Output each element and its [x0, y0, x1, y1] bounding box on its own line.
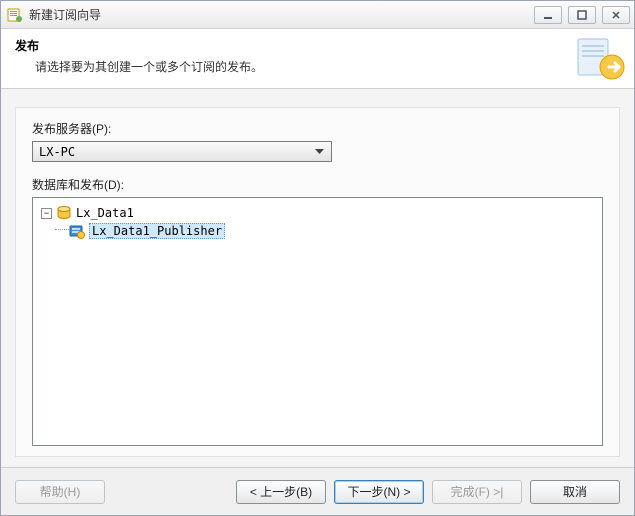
header-panel: 发布 请选择要为其创建一个或多个订阅的发布。 — [1, 29, 634, 89]
wizard-window: 新建订阅向导 发布 请选择要为其创建一个或多个订阅的发布。 — [0, 0, 635, 516]
footer: 帮助(H) < 上一步(B) 下一步(N) > 完成(F) >| 取消 — [1, 467, 634, 515]
tree-node-label: Lx_Data1 — [76, 206, 134, 220]
tree-connector-icon — [55, 229, 69, 230]
publication-icon — [69, 223, 85, 239]
window-title: 新建订阅向导 — [29, 6, 534, 23]
help-button[interactable]: 帮助(H) — [15, 480, 105, 504]
publisher-label: 发布服务器(P): — [32, 120, 603, 137]
back-button[interactable]: < 上一步(B) — [236, 480, 326, 504]
close-button[interactable] — [602, 6, 630, 24]
chevron-down-icon — [311, 142, 327, 161]
database-icon — [56, 205, 72, 221]
publication-tree[interactable]: − Lx_Data1 — [32, 197, 603, 446]
next-button[interactable]: 下一步(N) > — [334, 480, 424, 504]
window-controls — [534, 6, 630, 24]
header-subtitle: 请选择要为其创建一个或多个订阅的发布。 — [35, 58, 624, 75]
tree-node-database[interactable]: − Lx_Data1 — [37, 204, 598, 222]
minimize-button[interactable] — [534, 6, 562, 24]
app-icon — [7, 7, 23, 23]
content-area: 发布服务器(P): LX-PC 数据库和发布(D): − — [1, 89, 634, 467]
header-title: 发布 — [15, 37, 624, 54]
tree-node-publication[interactable]: Lx_Data1_Publisher — [37, 222, 598, 240]
titlebar: 新建订阅向导 — [1, 1, 634, 29]
collapse-toggle-icon[interactable]: − — [41, 208, 52, 219]
tree-label: 数据库和发布(D): — [32, 176, 603, 193]
publisher-selected: LX-PC — [39, 145, 311, 159]
finish-button[interactable]: 完成(F) >| — [432, 480, 522, 504]
publisher-dropdown[interactable]: LX-PC — [32, 141, 332, 162]
wizard-icon — [576, 35, 626, 83]
cancel-button[interactable]: 取消 — [530, 480, 620, 504]
maximize-button[interactable] — [568, 6, 596, 24]
tree-node-label: Lx_Data1_Publisher — [89, 223, 225, 239]
